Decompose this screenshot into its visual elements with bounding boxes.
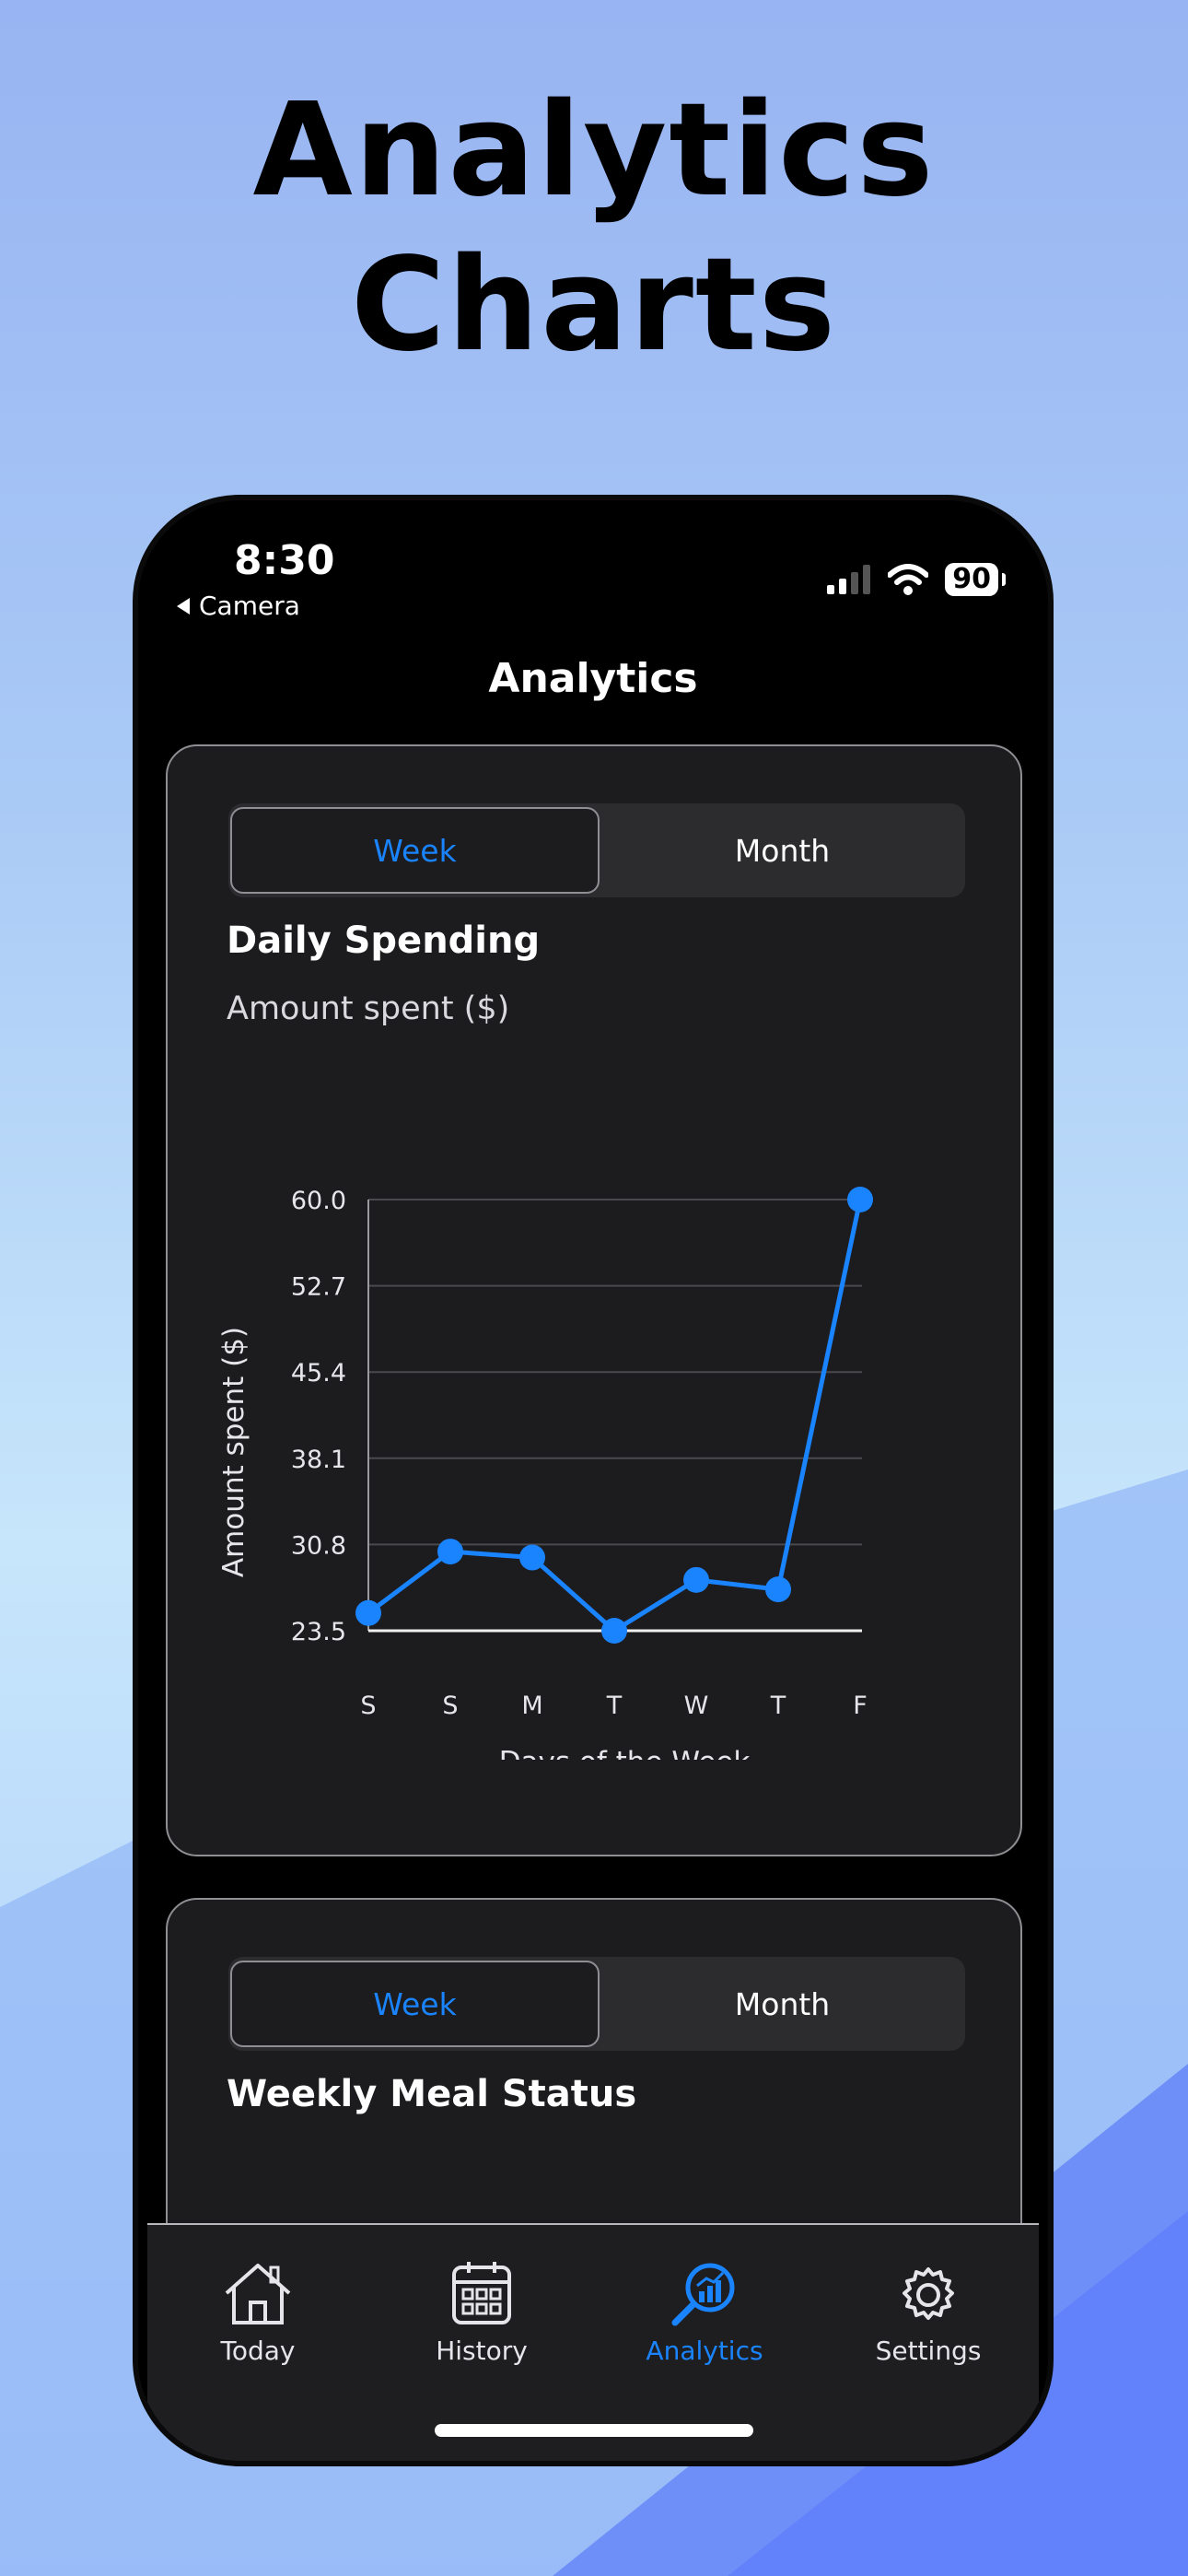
tab-settings[interactable]: Settings (836, 2260, 1020, 2366)
x-tick-label: S (442, 1692, 458, 1720)
tab-label: Settings (875, 2336, 982, 2366)
x-tick-label: F (853, 1692, 868, 1720)
data-point (847, 1187, 873, 1212)
data-point (601, 1618, 627, 1644)
back-to-camera-link[interactable]: Camera (177, 591, 300, 621)
x-tick-label: S (360, 1692, 376, 1720)
data-point (683, 1566, 709, 1593)
back-arrow-icon (177, 597, 190, 615)
y-axis-title: Amount spent ($) (217, 1327, 250, 1577)
meal-card-title: Weekly Meal Status (227, 2073, 637, 2115)
x-tick-label: T (770, 1692, 786, 1720)
analytics-magnifier-icon (671, 2263, 735, 2326)
data-point (519, 1544, 545, 1571)
x-axis-title: Davs of the Week (499, 1746, 751, 1760)
meal-period-segmented-control: Week Month (228, 1957, 965, 2051)
back-label: Camera (199, 591, 300, 621)
y-tick-label: 52.7 (291, 1273, 346, 1302)
battery-indicator: 90 (945, 563, 1006, 596)
y-tick-label: 23.5 (291, 1618, 346, 1646)
promo-line-1: Analytics (252, 76, 936, 226)
tab-today[interactable]: Today (166, 2260, 350, 2366)
meal-segment-week[interactable]: Week (230, 1961, 600, 2047)
x-tick-label: T (606, 1692, 623, 1720)
x-tick-label: W (684, 1692, 709, 1720)
wifi-icon (888, 564, 929, 595)
phone-screen: 8:30 Camera 90 Analytics Week Month Dail… (138, 500, 1048, 2461)
x-tick-label: M (521, 1692, 542, 1720)
y-tick-label: 60.0 (291, 1187, 346, 1215)
data-point (765, 1576, 791, 1603)
data-point (437, 1539, 463, 1565)
cellular-signal-icon (827, 565, 871, 594)
tab-history[interactable]: History (390, 2260, 574, 2366)
y-tick-label: 45.4 (291, 1359, 346, 1388)
gear-icon (903, 2267, 954, 2320)
promo-headline: Analytics Charts (0, 74, 1188, 383)
data-point (355, 1599, 381, 1626)
tab-label: Analytics (646, 2336, 763, 2366)
meal-segment-month[interactable]: Month (600, 1957, 965, 2051)
house-icon (225, 2264, 291, 2324)
calendar-icon (452, 2262, 511, 2324)
daily-spending-chart: 23.5 30.8 38.1 45.4 52.7 60.0 S S M T W T F Davs of t… (217, 1187, 873, 1760)
tab-label: Today (220, 2336, 296, 2366)
page-title: Analytics (488, 655, 698, 702)
daily-spending-card: Week Month Daily Spending Amount spent (… (166, 744, 1022, 1856)
y-tick-label: 38.1 (291, 1446, 346, 1474)
y-tick-label: 30.8 (291, 1531, 346, 1560)
tab-label: History (436, 2336, 528, 2366)
promo-line-2: Charts (350, 230, 838, 381)
spending-line (367, 1199, 863, 1633)
status-indicators: 90 (827, 563, 1006, 596)
status-time: 8:30 (234, 537, 335, 584)
home-indicator[interactable] (435, 2424, 753, 2437)
tab-analytics[interactable]: Analytics (612, 2260, 797, 2366)
